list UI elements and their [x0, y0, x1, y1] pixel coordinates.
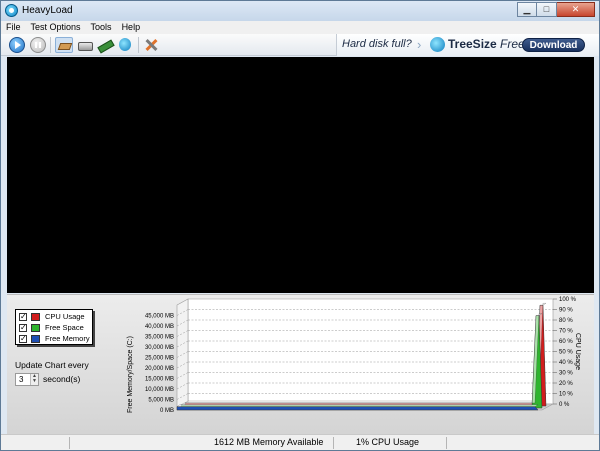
treesize-logo-icon: [430, 37, 445, 52]
update-interval-value: 3: [19, 375, 24, 384]
right-tick-label: 30 %: [559, 371, 573, 377]
menu-file[interactable]: File: [1, 21, 26, 34]
cpu-icon[interactable]: [55, 37, 73, 53]
chart-legend: ✓ CPU Usage ✓ Free Space ✓ Free Memory: [15, 309, 93, 345]
ad-brand: TreeSize Free: [448, 37, 525, 51]
window-controls: ▁ □ ✕: [517, 2, 595, 17]
treesize-ad-banner[interactable]: Hard disk full? › TreeSize Free Download: [336, 34, 599, 56]
status-memory: 1612 MB Memory Available: [214, 437, 324, 447]
legend-swatch: [31, 324, 40, 332]
maximize-button[interactable]: □: [537, 2, 557, 17]
checkbox-cpu[interactable]: ✓: [19, 313, 27, 321]
left-tick-label: 10,000 MB: [145, 387, 174, 393]
left-axis-title: Free Memory/Space (C:): [127, 335, 134, 413]
left-tick-label: 0 MB: [160, 408, 174, 414]
chart-canvas: 0 MB 5,000 MB 10,000 MB 15,000 MB 20,000 MB 2…: [145, 297, 577, 414]
chart-panel: ✓ CPU Usage ✓ Free Space ✓ Free Memory U…: [7, 294, 594, 434]
app-window: HeavyLoad ▁ □ ✕ File Test Options Tools …: [0, 0, 600, 451]
legend-item-free-memory[interactable]: ✓ Free Memory: [19, 334, 94, 344]
checkbox-free-memory[interactable]: ✓: [19, 335, 27, 343]
left-tick-label: 20,000 MB: [145, 366, 174, 372]
heavyload-app-icon[interactable]: [5, 4, 18, 17]
legend-label: CPU Usage: [45, 312, 85, 321]
stepper-arrows-icon[interactable]: ▲ ▼: [30, 374, 38, 385]
checkbox-free-space[interactable]: ✓: [19, 324, 27, 332]
start-icon[interactable]: [9, 37, 25, 53]
title-bar[interactable]: HeavyLoad ▁ □ ✕: [1, 1, 599, 21]
chevron-right-icon: ›: [417, 37, 422, 52]
series-area-free-memory: [176, 406, 539, 411]
update-interval-label: Update Chart every: [15, 360, 89, 370]
right-tick-label: 100 %: [559, 297, 577, 303]
minimize-button[interactable]: ▁: [517, 2, 537, 17]
left-tick-label: 45,000 MB: [145, 314, 174, 320]
right-tick-label: 80 %: [559, 318, 573, 324]
treesize-icon[interactable]: [117, 37, 133, 53]
legend-swatch: [31, 335, 40, 343]
right-tick-label: 60 %: [559, 339, 573, 345]
update-interval-stepper[interactable]: 3 ▲ ▼: [15, 373, 39, 386]
right-tick-label: 90 %: [559, 308, 573, 314]
right-tick-label: 50 %: [559, 350, 573, 356]
right-tick-label: 0 %: [559, 402, 570, 408]
close-button[interactable]: ✕: [557, 2, 595, 17]
load-chart: 0 MB 5,000 MB 10,000 MB 15,000 MB 20,000 MB 2…: [117, 295, 594, 435]
menu-tools[interactable]: Tools: [86, 21, 117, 34]
legend-label: Free Memory: [45, 334, 90, 343]
window-title: HeavyLoad: [22, 5, 73, 16]
left-tick-label: 5,000 MB: [148, 398, 174, 404]
tools-icon[interactable]: [143, 37, 159, 53]
update-interval-unit: second(s): [43, 374, 81, 384]
right-tick-label: 70 %: [559, 329, 573, 335]
chart-side-wall: [176, 298, 189, 411]
status-separator: [69, 437, 70, 449]
left-tick-label: 30,000 MB: [145, 345, 174, 351]
toolbar-separator: [50, 37, 51, 53]
legend-item-cpu[interactable]: ✓ CPU Usage: [19, 312, 94, 322]
series-top-free-memory: [176, 404, 539, 407]
disk-icon[interactable]: [77, 37, 93, 53]
toolbar-separator: [138, 37, 139, 53]
left-tick-label: 15,000 MB: [145, 377, 174, 383]
load-display-area: [7, 57, 594, 293]
download-button[interactable]: Download: [522, 38, 585, 52]
legend-item-free-space[interactable]: ✓ Free Space: [19, 323, 94, 333]
status-cpu: 1% CPU Usage: [356, 437, 420, 447]
status-bar: 1612 MB Memory Available 1% CPU Usage: [1, 434, 599, 450]
legend-label: Free Space: [45, 323, 84, 332]
legend-swatch: [31, 313, 40, 321]
pause-icon[interactable]: [30, 37, 46, 53]
menu-test-options[interactable]: Test Options: [26, 21, 86, 34]
memory-icon[interactable]: [97, 37, 113, 53]
menu-bar: File Test Options Tools Help: [1, 21, 599, 34]
right-tick-label: 10 %: [559, 392, 573, 398]
right-tick-label: 40 %: [559, 360, 573, 366]
menu-help[interactable]: Help: [117, 21, 146, 34]
left-tick-label: 40,000 MB: [145, 324, 174, 330]
right-axis-title: CPU Usage: [574, 333, 581, 370]
left-tick-label: 35,000 MB: [145, 335, 174, 341]
status-separator: [333, 437, 334, 449]
ad-question: Hard disk full?: [342, 38, 412, 50]
status-separator: [446, 437, 447, 449]
right-tick-label: 20 %: [559, 381, 573, 387]
left-tick-label: 25,000 MB: [145, 356, 174, 362]
